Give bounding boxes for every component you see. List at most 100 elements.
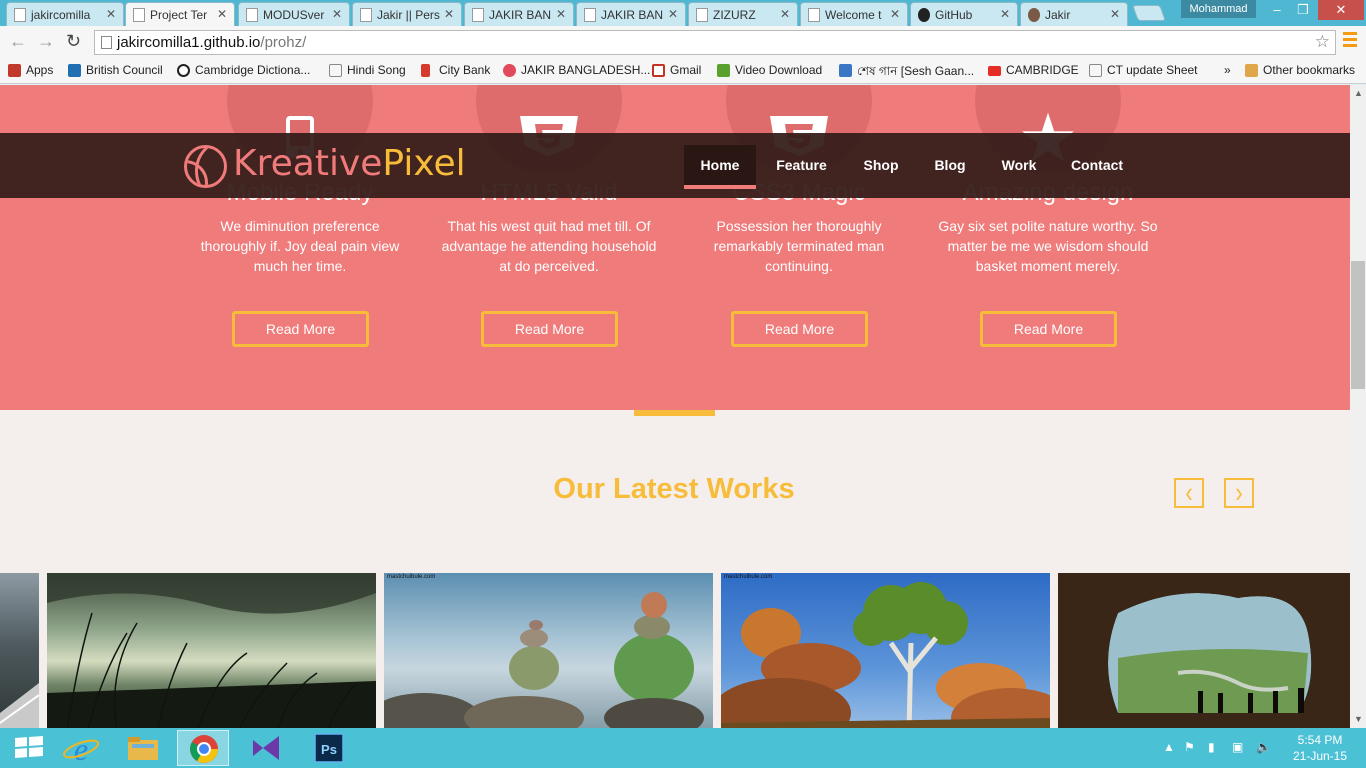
close-icon[interactable]: ✕ — [1000, 7, 1010, 21]
nav-shop[interactable]: Shop — [852, 145, 910, 189]
visual-studio-icon[interactable] — [241, 730, 293, 766]
taskbar-clock[interactable]: 5:54 PM 21-Jun-15 — [1286, 732, 1354, 764]
close-icon[interactable]: ✕ — [890, 7, 900, 21]
bookmark-ct-update-sheet[interactable]: CT update Sheet — [1089, 63, 1198, 77]
bookmark-star-icon[interactable]: ☆ — [1315, 32, 1330, 52]
new-tab-button[interactable] — [1132, 5, 1166, 21]
scroll-up-icon[interactable]: ▲ — [1354, 88, 1363, 98]
chrome-icon[interactable] — [177, 730, 229, 766]
apps-grid-icon — [8, 64, 21, 77]
bookmark-video-download[interactable]: Video Download — [717, 63, 822, 77]
youtube-icon — [988, 66, 1001, 76]
image-caption: mastchuibule.com — [387, 574, 436, 580]
close-icon[interactable]: ✕ — [1110, 7, 1120, 21]
close-icon[interactable]: ✕ — [217, 7, 227, 21]
nav-contact[interactable]: Contact — [1062, 145, 1132, 189]
play-icon — [68, 64, 81, 77]
bookmark-gmail[interactable]: Gmail — [652, 63, 701, 77]
address-host: jakircomilla1.github.io — [117, 34, 261, 51]
bookmark-cambridge-youtube[interactable]: CAMBRIDGE — [988, 63, 1079, 77]
page-scrollbar[interactable]: ▲ ▼ — [1350, 85, 1366, 728]
prev-arrow-button[interactable]: ‹ — [1174, 476, 1204, 509]
gallery-image-boulders[interactable]: mastchuibule.com — [721, 573, 1050, 728]
nav-blog[interactable]: Blog — [924, 145, 976, 189]
profile-button[interactable]: Mohammad — [1181, 0, 1256, 18]
feature-text: That his west quit had met till. Of adva… — [441, 218, 657, 274]
bookmark-other-bookmarks[interactable]: Other bookmarks — [1245, 63, 1355, 77]
close-icon[interactable]: ✕ — [332, 7, 342, 21]
nav-home[interactable]: Home — [684, 145, 756, 189]
close-icon[interactable]: ✕ — [668, 7, 678, 21]
read-more-button[interactable]: Read More — [731, 311, 868, 347]
reload-icon[interactable]: ↻ — [66, 31, 81, 52]
page-icon — [246, 8, 258, 22]
read-more-button[interactable]: Read More — [980, 311, 1117, 347]
minimize-icon[interactable]: – — [1264, 0, 1290, 20]
scrollbar-thumb[interactable] — [1351, 261, 1365, 389]
dribbble-logo-icon[interactable] — [184, 145, 227, 188]
close-icon[interactable]: ✕ — [780, 7, 790, 21]
tab-jakir-ban-2[interactable]: JAKIR BAN ✕ — [576, 2, 686, 26]
network-icon[interactable]: ▣ — [1232, 740, 1243, 754]
music-icon — [839, 64, 852, 77]
file-explorer-icon[interactable] — [117, 730, 169, 766]
bookmark-british-council[interactable]: British Council — [68, 63, 163, 77]
tab-jakir-pers[interactable]: Jakir || Pers ✕ — [352, 2, 462, 26]
tab-jakir[interactable]: Jakir ✕ — [1020, 2, 1128, 26]
gallery-image-stones[interactable]: mastchuibule.com — [384, 573, 713, 728]
start-icon[interactable] — [3, 730, 55, 766]
tab-modusver[interactable]: MODUSver ✕ — [238, 2, 350, 26]
maximize-icon[interactable]: ❐ — [1290, 0, 1316, 20]
volume-icon[interactable]: 🔈 — [1256, 740, 1271, 754]
tab-github[interactable]: GitHub ✕ — [910, 2, 1018, 26]
back-icon[interactable]: ← — [9, 31, 27, 52]
chrome-menu-icon[interactable] — [1343, 32, 1357, 50]
bookmark-sesh-gaan[interactable]: শেষ গান [Sesh Gaan... — [839, 63, 974, 83]
clock-time: 5:54 PM — [1297, 733, 1343, 747]
tab-zizurz[interactable]: ZIZURZ ✕ — [688, 2, 798, 26]
site-logo[interactable]: KreativePixel — [233, 143, 466, 184]
next-arrow-button[interactable]: › — [1224, 476, 1254, 509]
address-bar[interactable]: jakircomilla1.github.io/prohz/ ☆ — [94, 30, 1336, 55]
download-arrow-icon — [717, 64, 730, 77]
nav-work[interactable]: Work — [990, 145, 1048, 189]
read-more-button[interactable]: Read More — [481, 311, 618, 347]
tab-jakircomilla[interactable]: jakircomilla ✕ — [6, 2, 124, 26]
nav-feature[interactable]: Feature — [765, 145, 838, 189]
feature-text: We diminution preference thoroughly if. … — [200, 218, 400, 274]
bookmark-apps[interactable]: Apps — [8, 63, 53, 77]
battery-icon[interactable]: ▮ — [1208, 740, 1215, 754]
tab-welcome[interactable]: Welcome t ✕ — [800, 2, 908, 26]
gallery-image-grass[interactable] — [47, 573, 376, 728]
close-icon[interactable]: ✕ — [444, 7, 454, 21]
forward-icon[interactable]: → — [37, 31, 55, 52]
internet-explorer-icon[interactable]: e — [55, 730, 107, 767]
gallery-image-road[interactable] — [0, 573, 39, 728]
close-icon[interactable]: ✕ — [106, 7, 116, 21]
gallery-image-cave[interactable] — [1058, 573, 1350, 728]
bookmark-city-bank[interactable]: City Bank — [421, 63, 490, 77]
image-caption: mastchuibule.com — [724, 574, 773, 580]
swirl-icon — [503, 64, 516, 77]
bookmark-jakir-bangladesh[interactable]: JAKIR BANGLADESH... — [503, 63, 650, 77]
github-icon — [918, 8, 930, 22]
tray-chevron-up-icon[interactable]: ▲ — [1163, 740, 1175, 754]
window-close-icon[interactable]: ✕ — [1318, 0, 1364, 20]
bookmarks-overflow[interactable]: » — [1206, 63, 1231, 77]
chevron-left-icon: ‹ — [1185, 476, 1193, 509]
bookmark-hindi-song[interactable]: Hindi Song — [329, 63, 406, 77]
bookmark-cambridge-dictionary[interactable]: Cambridge Dictiona... — [177, 63, 310, 77]
scroll-down-icon[interactable]: ▼ — [1354, 714, 1363, 724]
tab-project-ter[interactable]: Project Ter ✕ — [125, 2, 235, 26]
tab-jakir-ban-1[interactable]: JAKIR BAN ✕ — [464, 2, 574, 26]
read-more-button[interactable]: Read More — [232, 311, 369, 347]
page-icon — [133, 8, 145, 22]
action-center-flag-icon[interactable]: ⚑ — [1184, 740, 1195, 754]
works-heading: Our Latest Works — [553, 473, 795, 505]
cambridge-icon — [177, 64, 190, 77]
section-divider — [634, 410, 715, 416]
page-icon — [101, 36, 112, 49]
close-icon[interactable]: ✕ — [556, 7, 566, 21]
photoshop-icon[interactable]: Ps — [303, 730, 355, 766]
svg-text:e: e — [74, 731, 88, 766]
